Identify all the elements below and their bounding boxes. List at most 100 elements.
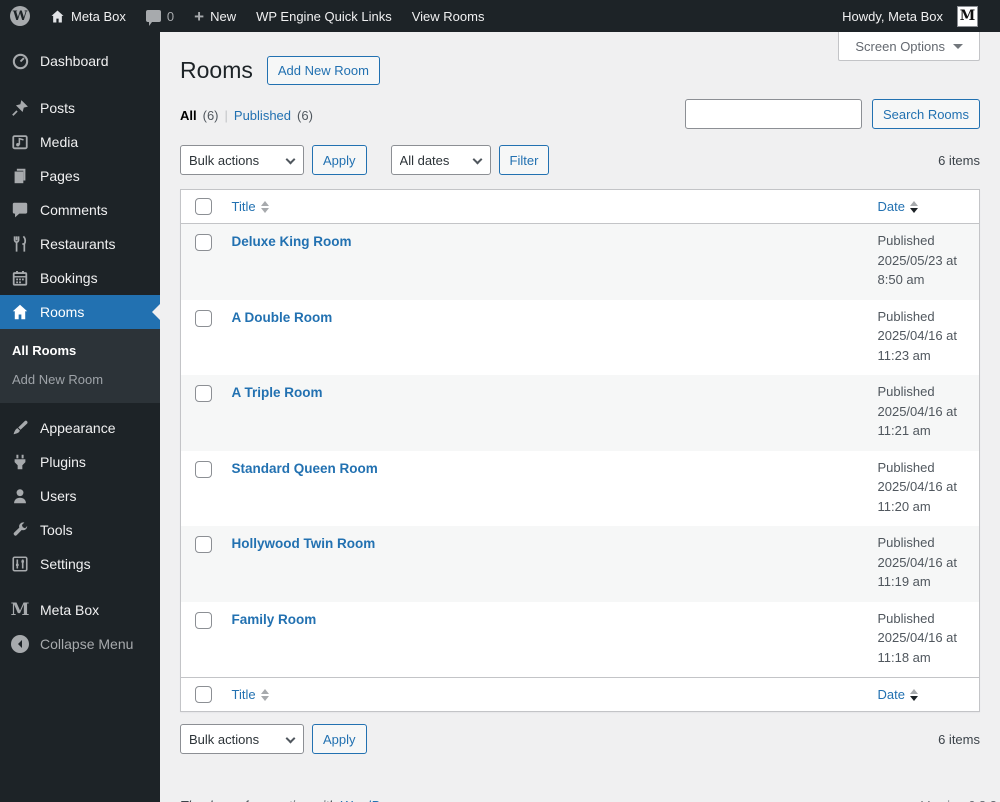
plus-icon: +: [194, 8, 204, 25]
sort-arrows-icon: [910, 689, 918, 701]
row-date: 2025/05/23 at 8:50 am: [878, 251, 970, 290]
select-all-checkbox[interactable]: [195, 686, 212, 703]
room-title-link[interactable]: A Double Room: [232, 310, 333, 325]
sidebar-item-comments[interactable]: Comments: [0, 193, 160, 227]
sidebar-label: Restaurants: [40, 236, 115, 252]
sidebar-item-posts[interactable]: Posts: [0, 91, 160, 125]
row-date: 2025/04/16 at 11:21 am: [878, 402, 970, 441]
wp-engine-quick-links[interactable]: WP Engine Quick Links: [246, 0, 402, 32]
site-name-label: Meta Box: [71, 9, 126, 24]
sidebar-item-users[interactable]: Users: [0, 479, 160, 513]
bulk-actions-select[interactable]: Bulk actions: [180, 724, 304, 754]
footer-thanks: Thank you for creating with WordPress.: [180, 798, 408, 802]
sidebar-item-pages[interactable]: Pages: [0, 159, 160, 193]
sidebar-label: Appearance: [40, 420, 116, 436]
sort-by-title[interactable]: Title: [232, 687, 269, 702]
row-checkbox[interactable]: [195, 536, 212, 553]
screen-options-label: Screen Options: [855, 39, 945, 54]
sidebar-item-add-new-room[interactable]: Add New Room: [0, 365, 160, 394]
sidebar-item-appearance[interactable]: Appearance: [0, 411, 160, 445]
filter-published-link[interactable]: Published: [234, 108, 291, 123]
row-status: Published: [878, 231, 970, 251]
bulk-actions-select[interactable]: Bulk actions: [180, 145, 304, 175]
room-title-link[interactable]: Standard Queen Room: [232, 461, 378, 476]
row-status: Published: [878, 533, 970, 553]
all-dates-select[interactable]: All dates: [391, 145, 491, 175]
apply-button[interactable]: Apply: [312, 145, 367, 175]
collapse-arrow-icon: [10, 634, 30, 654]
new-label: New: [210, 9, 236, 24]
sidebar-label: Rooms: [40, 304, 84, 320]
sort-by-date[interactable]: Date: [878, 199, 918, 214]
sort-arrows-icon: [910, 201, 918, 213]
table-row: Deluxe King Room Published2025/05/23 at …: [181, 224, 980, 300]
metabox-icon: M: [10, 600, 30, 620]
sidebar-item-media[interactable]: Media: [0, 125, 160, 159]
room-title-link[interactable]: Deluxe King Room: [232, 234, 352, 249]
tablenav-top: Bulk actions Apply All dates Filter 6 it…: [180, 145, 980, 175]
new-content-menu[interactable]: + New: [184, 0, 246, 32]
add-new-room-button[interactable]: Add New Room: [267, 56, 380, 85]
sidebar-label: Plugins: [40, 454, 86, 470]
my-account-menu[interactable]: Howdy, Meta Box M: [832, 0, 1000, 32]
screen-options-button[interactable]: Screen Options: [838, 32, 980, 61]
search-form: Search Rooms: [685, 99, 980, 129]
sidebar-item-bookings[interactable]: Bookings: [0, 261, 160, 295]
filter-button[interactable]: Filter: [499, 145, 550, 175]
pushpin-icon: [10, 98, 30, 118]
row-checkbox[interactable]: [195, 612, 212, 629]
room-title-link[interactable]: Family Room: [232, 612, 317, 627]
row-checkbox[interactable]: [195, 385, 212, 402]
sidebar-item-all-rooms[interactable]: All Rooms: [0, 336, 160, 365]
row-checkbox[interactable]: [195, 310, 212, 327]
bulk-actions-select-wrap: Bulk actions: [180, 145, 304, 175]
home-icon: [50, 9, 65, 24]
row-date: 2025/04/16 at 11:19 am: [878, 553, 970, 592]
sidebar-item-dashboard[interactable]: Dashboard: [0, 44, 160, 78]
sidebar-item-restaurants[interactable]: Restaurants: [0, 227, 160, 261]
wordpress-link[interactable]: WordPress: [340, 798, 404, 802]
apply-button[interactable]: Apply: [312, 724, 367, 754]
sidebar-label: Tools: [40, 522, 73, 538]
room-title-link[interactable]: A Triple Room: [232, 385, 323, 400]
settings-icon: [10, 554, 30, 574]
footer-thanks-text: Thank you for creating with: [180, 798, 336, 802]
admin-sidebar: Dashboard Posts Media Pages: [0, 32, 160, 802]
wordpress-admin: W Meta Box 0 + New WP Engine Quick Links…: [0, 0, 1000, 802]
table-row: A Triple Room Published2025/04/16 at 11:…: [181, 375, 980, 451]
comments-menu[interactable]: 0: [136, 0, 184, 32]
wordpress-logo-icon: W: [10, 6, 30, 26]
search-input[interactable]: [685, 99, 862, 129]
filter-all-count: (6): [203, 108, 219, 123]
dashboard-icon: [10, 51, 30, 71]
sidebar-item-rooms[interactable]: Rooms: [0, 295, 160, 329]
comments-count: 0: [167, 9, 174, 24]
site-name-menu[interactable]: Meta Box: [40, 0, 136, 32]
sidebar-label: Users: [40, 488, 77, 504]
select-all-checkbox[interactable]: [195, 198, 212, 215]
sidebar-item-meta-box[interactable]: M Meta Box: [0, 593, 160, 627]
filter-all-link[interactable]: All: [180, 108, 197, 123]
view-rooms-label: View Rooms: [412, 9, 485, 24]
search-rooms-button[interactable]: Search Rooms: [872, 99, 980, 129]
view-rooms-link[interactable]: View Rooms: [402, 0, 495, 32]
row-checkbox[interactable]: [195, 234, 212, 251]
sidebar-item-plugins[interactable]: Plugins: [0, 445, 160, 479]
wordpress-logo-button[interactable]: W: [0, 0, 40, 32]
page-title: Rooms: [180, 55, 253, 85]
sidebar-item-settings[interactable]: Settings: [0, 547, 160, 581]
title-column-header: Title: [232, 687, 256, 702]
comment-bubble-icon: [146, 10, 161, 22]
quick-links-label: WP Engine Quick Links: [256, 9, 392, 24]
row-checkbox[interactable]: [195, 461, 212, 478]
avatar: M: [957, 6, 978, 27]
sort-by-title[interactable]: Title: [232, 199, 269, 214]
collapse-menu-button[interactable]: Collapse Menu: [0, 627, 160, 661]
table-row: Hollywood Twin Room Published2025/04/16 …: [181, 526, 980, 602]
sort-by-date[interactable]: Date: [878, 687, 918, 702]
sidebar-label: Pages: [40, 168, 80, 184]
room-title-link[interactable]: Hollywood Twin Room: [232, 536, 376, 551]
row-status: Published: [878, 609, 970, 629]
sidebar-label: Dashboard: [40, 53, 109, 69]
sidebar-item-tools[interactable]: Tools: [0, 513, 160, 547]
